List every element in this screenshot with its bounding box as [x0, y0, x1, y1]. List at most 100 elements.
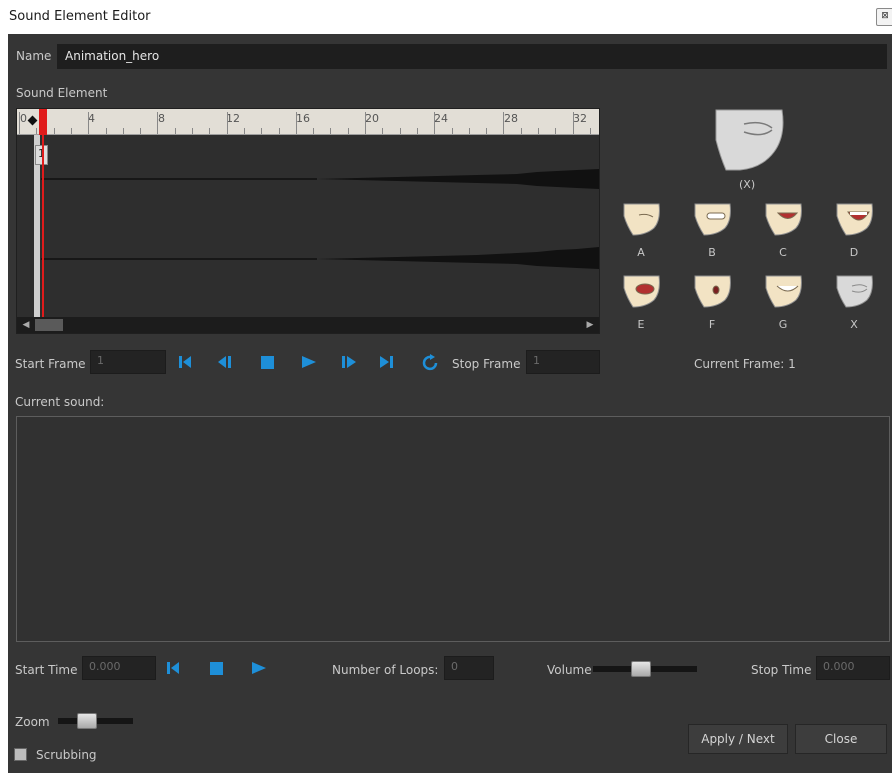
ruler-tick	[538, 128, 539, 134]
mouth-X-icon[interactable]	[834, 274, 874, 308]
ruler-label: 28	[504, 112, 518, 125]
ruler-tick	[122, 128, 124, 134]
scroll-right-icon[interactable]: ▶	[583, 318, 597, 332]
start-frame-label: Start Frame	[15, 357, 86, 371]
mouth-E-icon[interactable]	[621, 274, 661, 308]
ruler-tick	[313, 128, 315, 134]
volume-label: Volume	[547, 663, 592, 677]
ruler-tick	[243, 128, 245, 134]
ruler-tick	[589, 128, 591, 134]
ruler-label: 20	[365, 112, 379, 125]
ruler-tick	[555, 128, 557, 134]
ruler-label: 0	[20, 112, 27, 125]
scrollbar-thumb[interactable]	[35, 319, 63, 331]
current-frame-readout: Current Frame: 1	[694, 357, 796, 371]
mouth-G-icon[interactable]	[763, 274, 803, 308]
ruler-tick	[486, 128, 488, 134]
ruler-tick	[347, 128, 349, 134]
mouth-C-icon[interactable]	[763, 202, 803, 236]
last-frame-icon[interactable]	[379, 355, 395, 369]
scrubbing-checkbox[interactable]	[14, 748, 27, 761]
sound-element-label: Sound Element	[16, 86, 108, 100]
ruler-tick	[36, 128, 38, 134]
waveform	[41, 169, 599, 269]
ruler-tick	[209, 128, 211, 134]
stop-sound-icon[interactable]	[210, 662, 223, 675]
mouth-D-icon[interactable]	[834, 202, 874, 236]
apply-next-button[interactable]: Apply / Next	[688, 724, 788, 754]
play-icon[interactable]	[301, 355, 317, 369]
mouth-preview-image	[715, 109, 784, 171]
ruler-tick	[572, 112, 574, 134]
current-sound-area[interactable]	[16, 416, 890, 642]
ruler-tick	[416, 128, 418, 134]
loop-icon[interactable]	[422, 354, 440, 372]
ruler-tick	[278, 128, 280, 134]
ruler-tick	[140, 128, 142, 134]
mouth-label-E: E	[637, 318, 645, 331]
close-button[interactable]: Close	[795, 724, 887, 754]
keyframe-diamond-icon	[27, 115, 38, 126]
ruler-tick	[468, 128, 470, 134]
ruler-label: 8	[158, 112, 165, 125]
start-frame-field[interactable]: 1	[90, 350, 166, 374]
scrubbing-label: Scrubbing	[36, 748, 97, 762]
name-field[interactable]: Animation_hero	[57, 44, 887, 69]
stop-frame-field[interactable]: 1	[526, 350, 600, 374]
ruler-tick	[192, 128, 193, 134]
ruler-tick	[399, 128, 401, 134]
loops-label: Number of Loops:	[332, 663, 439, 677]
stop-time-label: Stop Time	[751, 663, 812, 677]
mouth-B-icon[interactable]	[692, 202, 732, 236]
ruler-tick	[105, 128, 107, 134]
zoom-label: Zoom	[15, 715, 50, 729]
ruler-tick	[53, 128, 55, 134]
ruler-tick	[174, 128, 176, 134]
ruler-tick	[19, 112, 20, 134]
playhead-handle[interactable]	[39, 109, 47, 135]
ruler-label: 32	[573, 112, 587, 125]
loops-field[interactable]: 0	[444, 656, 494, 680]
title-bar: Sound Element Editor ⊠	[0, 0, 892, 32]
volume-slider-thumb[interactable]	[630, 661, 651, 677]
ruler-tick	[70, 128, 72, 134]
frame-ruler[interactable]: 0 4 8 12 16 20 24 28 32	[17, 109, 599, 135]
ruler-tick	[365, 112, 366, 134]
ruler-label: 24	[434, 112, 448, 125]
stop-frame-label: Stop Frame	[452, 357, 521, 371]
window-title: Sound Element Editor	[9, 9, 151, 24]
mouth-F-icon[interactable]	[692, 274, 732, 308]
window-close-button[interactable]: ⊠	[876, 8, 892, 26]
start-time-label: Start Time	[15, 663, 78, 677]
stop-time-field[interactable]: 0.000	[816, 656, 890, 680]
ruler-tick	[261, 128, 263, 134]
mouth-label-C: C	[779, 246, 787, 259]
previous-frame-icon[interactable]	[217, 355, 233, 369]
waveform-scrollbar[interactable]: ◀ ▶	[17, 317, 599, 333]
stop-icon[interactable]	[261, 356, 274, 369]
first-time-icon[interactable]	[166, 661, 180, 675]
ruler-tick	[520, 128, 522, 134]
ruler-tick	[226, 112, 228, 134]
first-frame-icon[interactable]	[178, 355, 192, 369]
scroll-left-icon[interactable]: ◀	[19, 318, 33, 332]
sound-waveform-panel[interactable]: 0 4 8 12 16 20 24 28 32 1 ◀	[16, 108, 600, 334]
play-sound-icon[interactable]	[251, 661, 267, 675]
mouth-label-G: G	[778, 318, 788, 331]
ruler-tick	[382, 128, 384, 134]
mouth-label-F: F	[708, 318, 716, 331]
playhead[interactable]	[42, 109, 44, 317]
ruler-tick	[330, 128, 332, 134]
ruler-tick	[88, 112, 90, 134]
ruler-tick	[451, 128, 453, 134]
start-time-field[interactable]: 0.000	[82, 656, 156, 680]
zoom-slider-thumb[interactable]	[77, 713, 98, 729]
mouth-label-A: A	[637, 246, 645, 259]
next-frame-icon[interactable]	[341, 355, 357, 369]
mouth-label-B: B	[708, 246, 716, 259]
ruler-tick	[157, 112, 159, 134]
mouth-preview-label: (X)	[739, 178, 756, 191]
current-sound-label: Current sound:	[15, 395, 105, 409]
ruler-tick	[295, 112, 297, 134]
mouth-A-icon[interactable]	[621, 202, 661, 236]
